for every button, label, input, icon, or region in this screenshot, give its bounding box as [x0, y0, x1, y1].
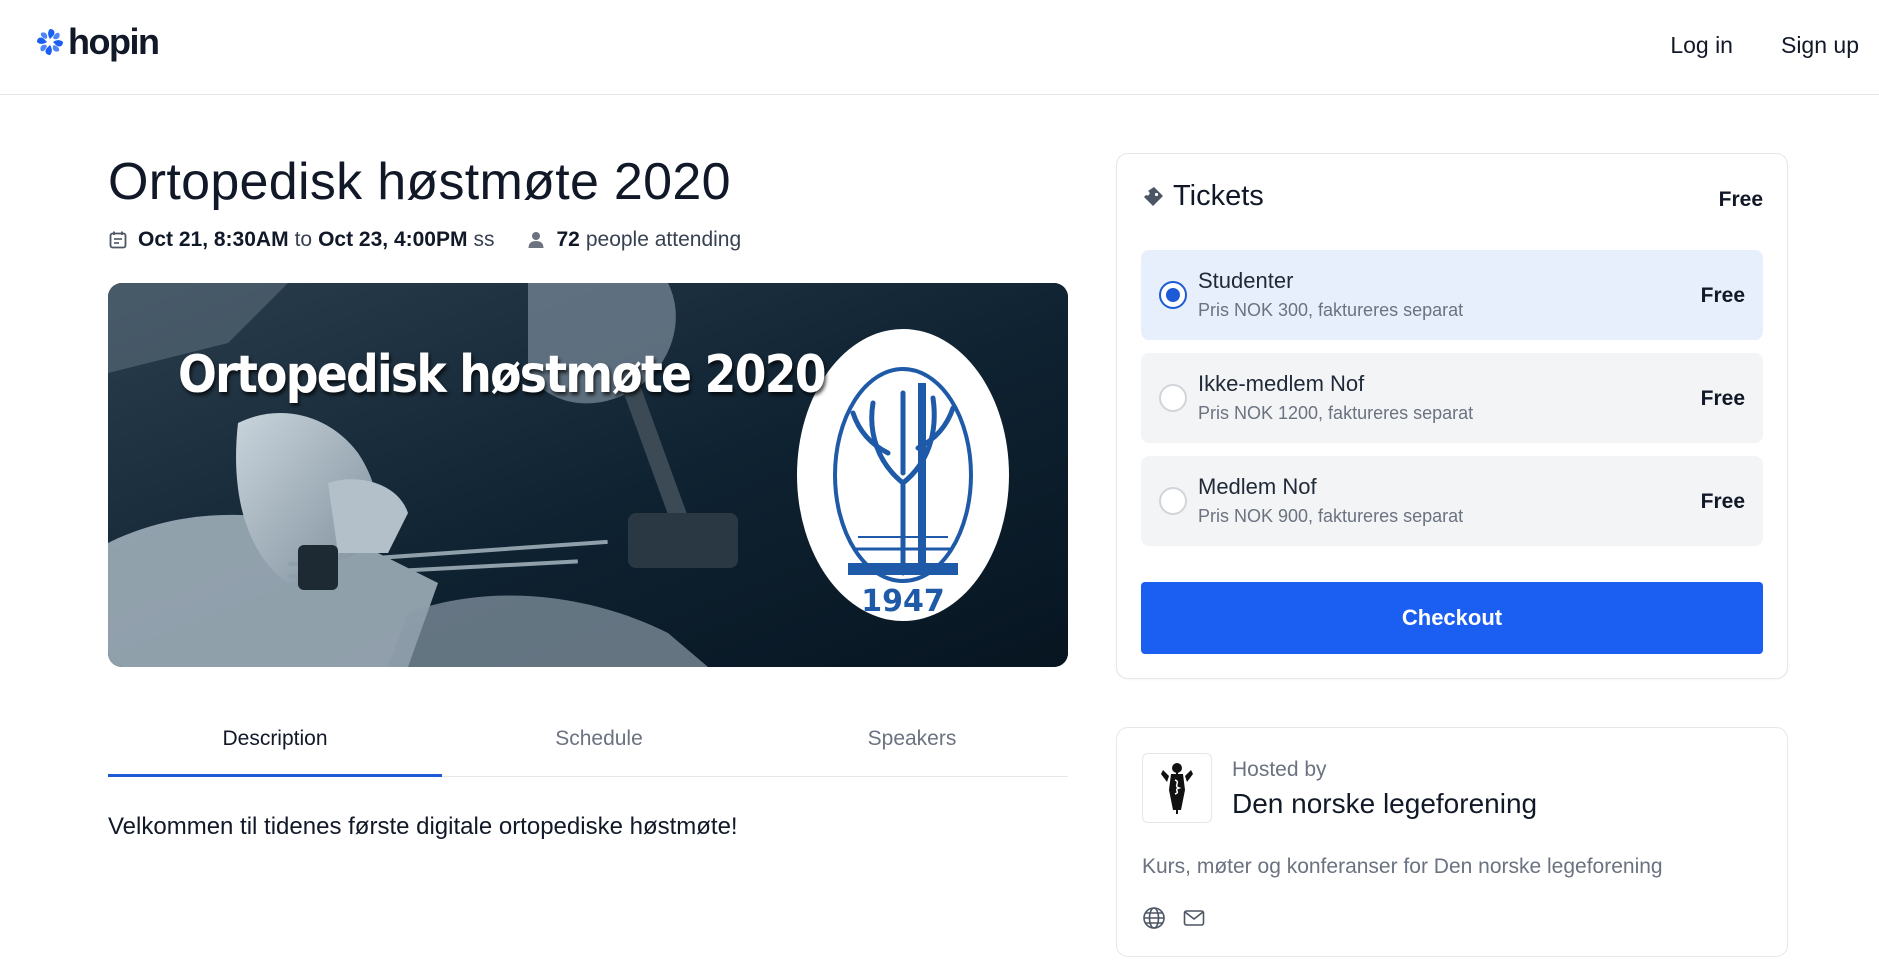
mail-icon[interactable]: [1182, 906, 1206, 930]
ticket-price: Free: [1700, 284, 1745, 307]
ticket-price: Free: [1700, 387, 1745, 410]
attendance-info: 72 people attending: [526, 228, 741, 252]
event-start: Oct 21, 8:30AM: [138, 228, 289, 251]
tickets-header: Tickets: [1143, 180, 1264, 213]
ticket-price: Free: [1700, 490, 1745, 513]
ticket-description: Pris NOK 300, faktureres separat: [1198, 300, 1464, 320]
ticket-option-studenter[interactable]: Studenter Pris NOK 300, faktureres separ…: [1141, 250, 1763, 340]
globe-icon[interactable]: [1142, 906, 1166, 930]
tab-schedule[interactable]: Schedule: [442, 713, 756, 776]
event-banner-image: 1947 Ortopedisk høstmøte 2020: [108, 283, 1068, 667]
calendar-icon: [109, 231, 127, 249]
event-tabs: Description Schedule Speakers: [108, 713, 1068, 777]
radio-selected[interactable]: [1159, 281, 1187, 309]
banner-photo: 1947: [108, 283, 1068, 667]
hopin-logo-icon: [37, 29, 63, 55]
hosted-by-label: Hosted by: [1232, 758, 1327, 781]
ticket-option-medlem-nof[interactable]: Medlem Nof Pris NOK 900, faktureres sepa…: [1141, 456, 1763, 546]
hopin-logo[interactable]: hopin: [34, 21, 160, 62]
tab-speakers[interactable]: Speakers: [756, 713, 1068, 776]
ticket-name: Medlem Nof: [1198, 474, 1317, 499]
auth-links: Log in Sign up: [1670, 30, 1879, 60]
event-end: Oct 23, 4:00PM: [318, 228, 468, 251]
ticket-name: Studenter: [1198, 268, 1294, 293]
ticket-option-ikke-medlem-nof[interactable]: Ikke-medlem Nof Pris NOK 1200, fakturere…: [1141, 353, 1763, 443]
ticket-icon: [1144, 186, 1163, 206]
banner-title: Ortopedisk høstmøte 2020: [178, 345, 827, 405]
banner-logo-year: 1947: [861, 584, 945, 619]
radio-unselected[interactable]: [1159, 384, 1187, 412]
attending-label: people attending: [585, 228, 742, 251]
event-timezone: ss: [473, 228, 495, 251]
radio-unselected[interactable]: [1159, 487, 1187, 515]
ticket-name: Ikke-medlem Nof: [1198, 371, 1365, 396]
tab-description[interactable]: Description: [108, 713, 442, 777]
host-card: Hosted by Den norske legeforening Kurs, …: [1116, 727, 1788, 957]
signup-link[interactable]: Sign up: [1781, 30, 1859, 60]
host-avatar[interactable]: [1142, 753, 1212, 823]
host-logo-icon: [1161, 763, 1193, 814]
ticket-description: Pris NOK 900, faktureres separat: [1198, 506, 1464, 526]
date-separator: to: [294, 228, 313, 251]
host-description: Kurs, møter og konferanser for Den norsk…: [1142, 855, 1663, 878]
event-description: Velkommen til tidenes første digitale or…: [108, 813, 738, 840]
login-link[interactable]: Log in: [1670, 30, 1733, 60]
logo-text: hopin: [68, 21, 160, 62]
person-icon: [528, 232, 544, 248]
tickets-price: Free: [1718, 188, 1763, 211]
attending-count: 72: [556, 228, 580, 251]
tickets-title: Tickets: [1173, 180, 1264, 212]
checkout-button[interactable]: Checkout: [1141, 582, 1763, 654]
event-title: Ortopedisk høstmøte 2020: [108, 153, 731, 211]
tickets-card: Tickets Free Studenter Pris NOK 300, fak…: [1116, 153, 1788, 679]
host-links: [1142, 906, 1206, 930]
ticket-description: Pris NOK 1200, faktureres separat: [1198, 403, 1474, 423]
host-name[interactable]: Den norske legeforening: [1232, 788, 1537, 820]
event-meta: Oct 21, 8:30AM to Oct 23, 4:00PM ss 72 p…: [108, 228, 741, 252]
top-navigation-bar: hopin Log in Sign up: [0, 0, 1879, 95]
